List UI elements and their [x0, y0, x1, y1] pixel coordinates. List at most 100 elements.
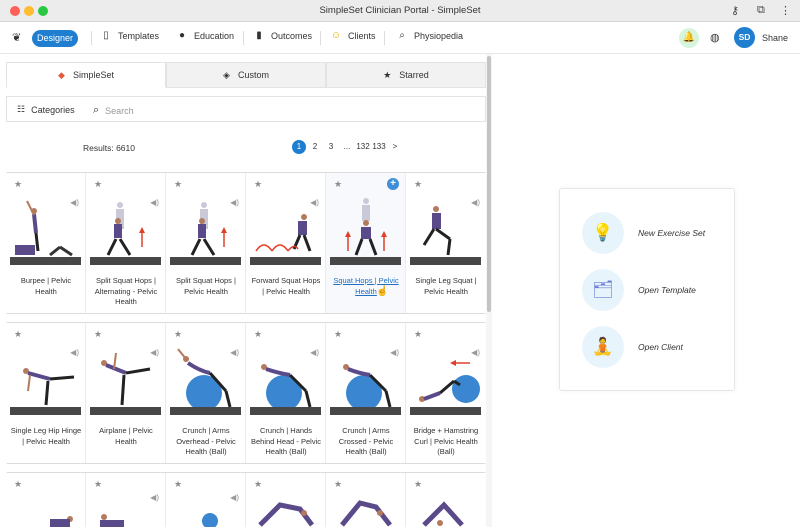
search-input[interactable]: Search	[105, 106, 134, 116]
exercise-title[interactable]: Single Leg Squat | Pelvic Health	[410, 276, 482, 297]
categories-label: Categories	[31, 104, 75, 115]
star-icon[interactable]: ★	[94, 479, 102, 490]
exercise-card[interactable]: ★ ◀) Crunch | Arms Crossed - Pelvic Heal…	[326, 323, 406, 463]
audio-icon[interactable]: ◀)	[310, 198, 319, 207]
extension-icon[interactable]: ⧉	[757, 4, 765, 17]
exercise-title[interactable]: Forward Squat Hops | Pelvic Health	[250, 276, 322, 297]
floor-graphic	[170, 407, 241, 415]
exercise-image	[50, 516, 73, 527]
exercise-card[interactable]: ★	[246, 473, 326, 527]
audio-icon[interactable]: ◀)	[150, 198, 159, 207]
star-icon[interactable]: ★	[14, 479, 22, 490]
exercise-title[interactable]: Burpee | Pelvic Health	[10, 276, 82, 297]
audio-icon[interactable]: ◀)	[150, 348, 159, 357]
nav-clients[interactable]: ☺ Clients	[330, 30, 376, 41]
exercise-title[interactable]: Single Leg Hip Hinge | Pelvic Health	[10, 426, 82, 447]
exercise-card[interactable]: ★ ◀)	[166, 473, 246, 527]
next-page-button[interactable]: >	[388, 140, 402, 154]
audio-icon[interactable]: ◀)	[150, 493, 159, 502]
new-exercise-set-button[interactable]: 💡 New Exercise Set	[582, 212, 705, 254]
exercise-title-link[interactable]: Squat Hops | Pelvic Health	[330, 276, 402, 297]
nav-outcomes[interactable]: ▮ Outcomes	[253, 30, 312, 41]
floor-graphic	[410, 407, 481, 415]
nav-physiopedia-label: Physiopedia	[414, 30, 464, 41]
document-icon: ▯	[103, 30, 109, 41]
floor-graphic	[250, 407, 321, 415]
leaf-logo-icon[interactable]: ❦	[12, 31, 21, 44]
bar-chart-icon: ▮	[256, 30, 262, 41]
client-icon: 🧘	[582, 326, 624, 368]
exercise-title[interactable]: Airplane | Pelvic Health	[90, 426, 162, 447]
audio-icon[interactable]: ◀)	[230, 198, 239, 207]
page-132[interactable]: 132	[356, 140, 370, 154]
exercise-card[interactable]: ★ ◀) Single Leg Hip Hinge | Pelvic Healt…	[6, 323, 86, 463]
exercise-title[interactable]: Split Squat Hops | Pelvic Health	[170, 276, 242, 297]
page-3[interactable]: 3	[324, 140, 338, 154]
tab-starred[interactable]: ★ Starred	[326, 62, 486, 88]
lightbulb-icon: 💡	[582, 212, 624, 254]
menu-icon[interactable]: ⋮	[780, 4, 791, 17]
nav-physiopedia[interactable]: ⌕ Physiopedia	[396, 30, 463, 41]
exercise-card[interactable]: ★	[6, 473, 86, 527]
globe-icon[interactable]: ◍	[710, 31, 720, 44]
floor-graphic	[250, 257, 321, 265]
designer-button[interactable]: Designer	[32, 30, 78, 47]
nav-education[interactable]: ● Education	[176, 30, 234, 41]
audio-icon[interactable]: ◀)	[471, 348, 480, 357]
audio-icon[interactable]: ◀)	[390, 348, 399, 357]
library-tabs: ◆ SimpleSet ◈ Custom ★ Starred	[6, 62, 486, 88]
audio-icon[interactable]: ◀)	[70, 198, 79, 207]
nav-divider	[243, 31, 244, 45]
exercise-image	[258, 502, 314, 527]
star-icon[interactable]: ★	[334, 479, 342, 490]
nav-templates[interactable]: ▯ Templates	[100, 30, 159, 41]
nav-education-label: Education	[194, 30, 235, 41]
exercise-card[interactable]: ★ ◀) Split Squat Hops | Alternating - Pe…	[86, 173, 166, 313]
open-template-button[interactable]: 🗂 Open Template	[582, 269, 696, 311]
audio-icon[interactable]: ◀)	[230, 348, 239, 357]
open-client-button[interactable]: 🧘 Open Client	[582, 326, 683, 368]
simpleset-cube-icon: ◆	[58, 69, 65, 80]
key-icon[interactable]: ⚷	[731, 4, 739, 17]
exercise-card-hovered[interactable]: ★ + Squat Hops | Pelvic Health ☝	[326, 173, 406, 313]
exercise-card[interactable]: ★ ◀) Bridge + Hamstring Curl | Pelvic He…	[406, 323, 486, 463]
exercise-card[interactable]: ★ ◀) Single Leg Squat | Pelvic Health	[406, 173, 486, 313]
star-icon[interactable]: ★	[254, 479, 262, 490]
exercise-card[interactable]: ★	[326, 473, 406, 527]
page-1[interactable]: 1	[292, 139, 306, 154]
notification-bell-icon[interactable]: 🔔	[679, 28, 699, 48]
exercise-title[interactable]: Bridge + Hamstring Curl | Pelvic Health …	[410, 426, 482, 458]
star-icon[interactable]: ★	[414, 479, 422, 490]
exercise-title[interactable]: Crunch | Hands Behind Head - Pelvic Heal…	[250, 426, 322, 458]
page-133[interactable]: 133	[372, 140, 386, 154]
exercise-title[interactable]: Split Squat Hops | Alternating - Pelvic …	[90, 276, 162, 308]
scrollbar-thumb[interactable]	[487, 56, 491, 312]
audio-icon[interactable]: ◀)	[310, 348, 319, 357]
exercise-title[interactable]: Crunch | Arms Crossed - Pelvic Health (B…	[330, 426, 402, 458]
exercise-card[interactable]: ★ ◀) Split Squat Hops | Pelvic Health	[166, 173, 246, 313]
tab-simpleset[interactable]: ◆ SimpleSet	[6, 62, 166, 88]
floor-graphic	[330, 257, 401, 265]
tab-custom-label: Custom	[237, 70, 269, 80]
audio-icon[interactable]: ◀)	[70, 348, 79, 357]
exercise-card[interactable]: ★ ◀) Crunch | Arms Overhead - Pelvic Hea…	[166, 323, 246, 463]
audio-icon[interactable]: ◀)	[471, 198, 480, 207]
exercise-card[interactable]: ★ ◀)	[86, 473, 166, 527]
categories-button[interactable]: ☷ Categories	[17, 104, 75, 115]
page-2[interactable]: 2	[308, 140, 322, 154]
exercise-title[interactable]: Crunch | Arms Overhead - Pelvic Health (…	[170, 426, 242, 458]
nav-outcomes-label: Outcomes	[271, 30, 313, 41]
user-name[interactable]: Shane	[762, 33, 788, 43]
exercise-card[interactable]: ★ ◀) Crunch | Hands Behind Head - Pelvic…	[246, 323, 326, 463]
exercise-card[interactable]: ★ ◀) Burpee | Pelvic Health	[6, 173, 86, 313]
exercise-card[interactable]: ★ ◀) Forward Squat Hops | Pelvic Health	[246, 173, 326, 313]
exercise-card[interactable]: ★ ◀) Airplane | Pelvic Health	[86, 323, 166, 463]
exercise-card[interactable]: ★	[406, 473, 486, 527]
star-icon[interactable]: ★	[174, 479, 182, 490]
user-avatar[interactable]: SD	[734, 27, 755, 48]
categories-icon: ☷	[17, 104, 26, 114]
search-field[interactable]: ⌕ Search	[93, 104, 134, 117]
tab-custom[interactable]: ◈ Custom	[166, 62, 326, 88]
exercise-row-2: ★ ◀) Single Leg Hip Hinge | Pelvic Healt…	[6, 323, 486, 463]
audio-icon[interactable]: ◀)	[230, 493, 239, 502]
